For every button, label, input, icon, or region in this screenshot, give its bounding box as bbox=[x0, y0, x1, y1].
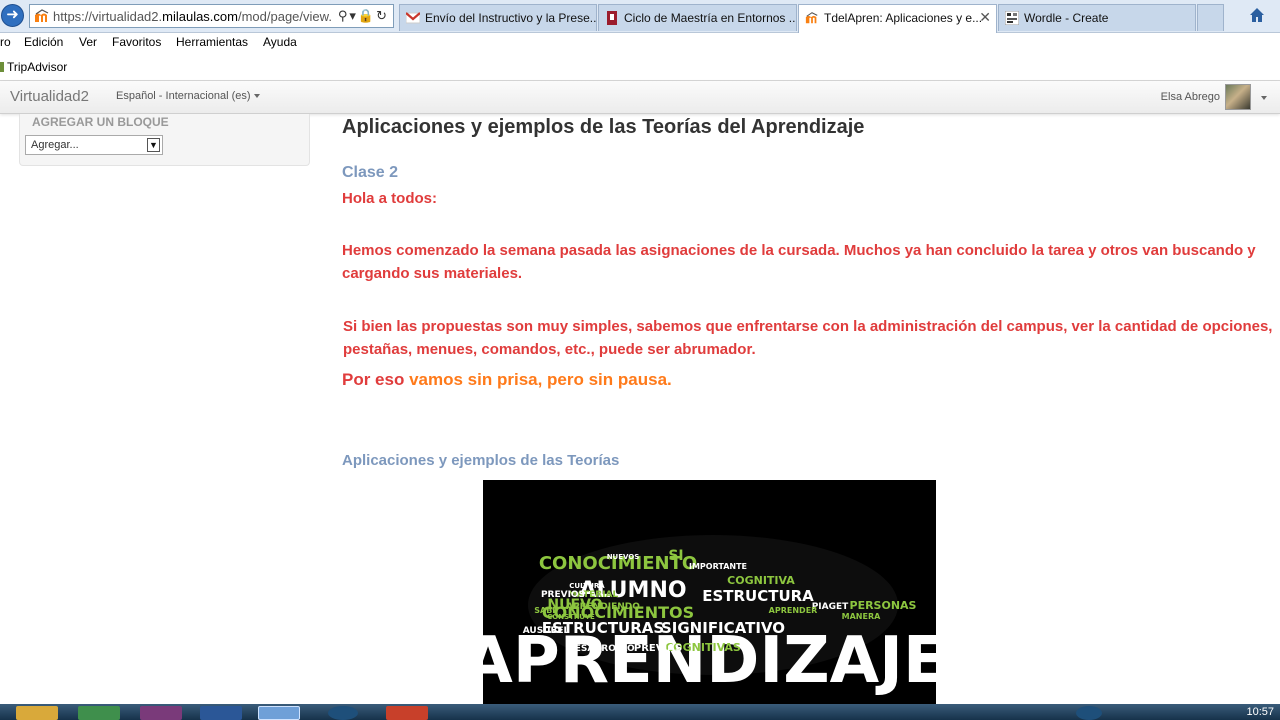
refresh-icon[interactable]: ↻ bbox=[376, 8, 389, 23]
paragraph-2-line-2: pestañas, menues, comandos, etc., puede … bbox=[343, 341, 756, 358]
menu-archivo[interactable]: ro bbox=[0, 35, 11, 49]
paragraph-2-line-1: Si bien las propuestas son muy simples, … bbox=[343, 318, 1273, 335]
menu-favoritos[interactable]: Favoritos bbox=[112, 35, 161, 49]
arrow-right-icon: ➜ bbox=[6, 6, 19, 23]
word-cloud-word: APRENDIENDO bbox=[566, 602, 640, 612]
url-path: /mod/page/view. bbox=[237, 9, 332, 24]
word-cloud-image: APRENDIZAJE ALUMNO CONOCIMIENTOS CONOCIMIEN… bbox=[483, 480, 936, 704]
tab-title: Wordle - Create bbox=[1024, 11, 1109, 25]
word-cloud-word: PERSONAS bbox=[850, 599, 917, 612]
tab-tdelapren[interactable]: TdelApren: Aplicaciones y e... ✕ bbox=[798, 4, 997, 33]
avatar[interactable] bbox=[1225, 84, 1251, 110]
favorite-tripadvisor[interactable]: TripAdvisor bbox=[0, 60, 67, 74]
word-cloud-word: IMPORTANTE bbox=[689, 562, 747, 571]
back-button[interactable]: ➜ bbox=[1, 4, 24, 27]
media-icon[interactable] bbox=[140, 706, 182, 720]
site-brand[interactable]: Virtualidad2 bbox=[10, 88, 89, 105]
tab-title: Envío del Instructivo y la Prese... bbox=[425, 11, 597, 25]
paragraph-1-line-1: Hemos comenzado la semana pasada las asi… bbox=[342, 242, 1256, 259]
paragraph-1: Hemos comenzado la semana pasada las asi… bbox=[342, 239, 1280, 285]
user-name[interactable]: Elsa Abrego bbox=[1161, 91, 1220, 103]
tab-title: Ciclo de Maestría en Entornos ... bbox=[624, 11, 797, 25]
menu-bar: ro Edición Ver Favoritos Herramientas Ay… bbox=[0, 33, 1280, 55]
store-icon[interactable] bbox=[78, 706, 120, 720]
word-cloud-word: PREVIOS bbox=[541, 590, 585, 600]
greeting: Hola a todos: bbox=[342, 190, 438, 207]
word-cloud-word: MANERA bbox=[842, 612, 881, 621]
word-cloud-word: COGNITIVA bbox=[727, 574, 795, 587]
block-title: AGREGAR UN BLOQUE bbox=[32, 115, 169, 129]
add-block-panel: AGREGAR UN BLOQUE Agregar... ▼ bbox=[19, 114, 310, 166]
word-cloud-word: ESTRUCTURA bbox=[702, 587, 814, 605]
clock: 10:57 bbox=[1246, 706, 1274, 718]
language-menu[interactable]: Español - Internacional (es) bbox=[116, 90, 260, 102]
folder-icon[interactable] bbox=[16, 706, 58, 720]
paragraph-1-line-2: cargando sus materiales. bbox=[342, 265, 523, 282]
word-cloud-word: CULTURA bbox=[569, 582, 605, 590]
add-block-select[interactable]: Agregar... ▼ bbox=[25, 135, 163, 155]
page-title: Aplicaciones y ejemplos de las Teorías d… bbox=[342, 116, 865, 138]
caret-down-icon bbox=[253, 94, 260, 99]
motto: Por eso vamos sin prisa, pero sin pausa. bbox=[342, 370, 672, 390]
wordle-icon bbox=[1005, 11, 1019, 25]
caret-down-icon[interactable] bbox=[1261, 96, 1267, 100]
search-icon[interactable]: ⚲ bbox=[338, 8, 350, 23]
motto-lead: Por eso bbox=[342, 370, 410, 389]
close-icon[interactable]: ✕ bbox=[979, 9, 991, 26]
bookmark-icon bbox=[607, 11, 617, 25]
word-icon[interactable] bbox=[200, 706, 242, 720]
lock-icon[interactable]: 🔒 bbox=[358, 8, 376, 23]
site-navbar: Virtualidad2 Español - Internacional (es… bbox=[0, 81, 1280, 114]
word-cloud-word: SIGNIFICATIVO bbox=[661, 619, 785, 637]
home-icon[interactable] bbox=[1248, 6, 1266, 24]
hp-icon[interactable] bbox=[328, 706, 358, 720]
url-prefix: https://virtualidad2. bbox=[53, 9, 163, 24]
tab-wordle[interactable]: Wordle - Create bbox=[998, 4, 1196, 31]
chevron-down-icon: ▼ bbox=[147, 138, 160, 152]
powerpoint-icon[interactable] bbox=[386, 706, 428, 720]
favorites-bar: TripAdvisor bbox=[0, 55, 1280, 81]
paragraph-2: Si bien las propuestas son muy simples, … bbox=[343, 315, 1280, 361]
word-cloud-word: NUEVOS bbox=[607, 553, 640, 561]
word-cloud-word: SABE bbox=[534, 606, 558, 615]
url-text: https://virtualidad2.milaulas.com/mod/pa… bbox=[53, 9, 332, 24]
dropdown-icon[interactable]: ▾ bbox=[349, 8, 358, 23]
new-tab-button[interactable] bbox=[1197, 4, 1224, 31]
word-cloud-word: SI bbox=[668, 548, 683, 564]
menu-herramientas[interactable]: Herramientas bbox=[176, 35, 248, 49]
select-value: Agregar... bbox=[31, 139, 79, 151]
moodle-icon bbox=[805, 12, 818, 24]
browser-tab-bar: ➜ https://virtualidad2.milaulas.com/mod/… bbox=[0, 0, 1280, 33]
url-domain: milaulas.com bbox=[162, 9, 238, 24]
word-cloud-word: PREVIAS bbox=[634, 643, 682, 654]
tab-ciclo-maestria[interactable]: Ciclo de Maestría en Entornos ... bbox=[598, 4, 797, 31]
language-label: Español - Internacional (es) bbox=[116, 90, 251, 102]
tab-title: TdelApren: Aplicaciones y e... bbox=[824, 11, 983, 25]
word-cloud-word: APRENDER bbox=[769, 606, 818, 615]
word-cloud-word: DESARROLLO bbox=[567, 644, 635, 654]
gmail-icon bbox=[406, 12, 420, 24]
windows-taskbar: 10:57 bbox=[0, 704, 1280, 720]
tab-gmail[interactable]: Envío del Instructivo y la Prese... bbox=[399, 4, 597, 31]
word-cloud-word: AUSUBEL bbox=[523, 626, 570, 636]
menu-ver[interactable]: Ver bbox=[79, 35, 97, 49]
menu-edicion[interactable]: Edición bbox=[24, 35, 63, 49]
internet-explorer-icon[interactable] bbox=[258, 706, 300, 720]
menu-ayuda[interactable]: Ayuda bbox=[263, 35, 297, 49]
address-bar[interactable]: https://virtualidad2.milaulas.com/mod/pa… bbox=[29, 4, 394, 28]
word-cloud-svg: APRENDIZAJEALUMNOCONOCIMIENTOSCONOCIMIEN… bbox=[483, 535, 936, 698]
address-actions: ⚲▾🔒↻ bbox=[338, 8, 389, 24]
people-icon[interactable] bbox=[1076, 706, 1102, 720]
moodle-icon bbox=[35, 9, 49, 22]
section-subheading: Aplicaciones y ejemplos de las Teorías bbox=[342, 452, 620, 469]
class-heading: Clase 2 bbox=[342, 164, 399, 181]
motto-highlight: vamos sin prisa, pero sin pausa. bbox=[409, 370, 672, 389]
